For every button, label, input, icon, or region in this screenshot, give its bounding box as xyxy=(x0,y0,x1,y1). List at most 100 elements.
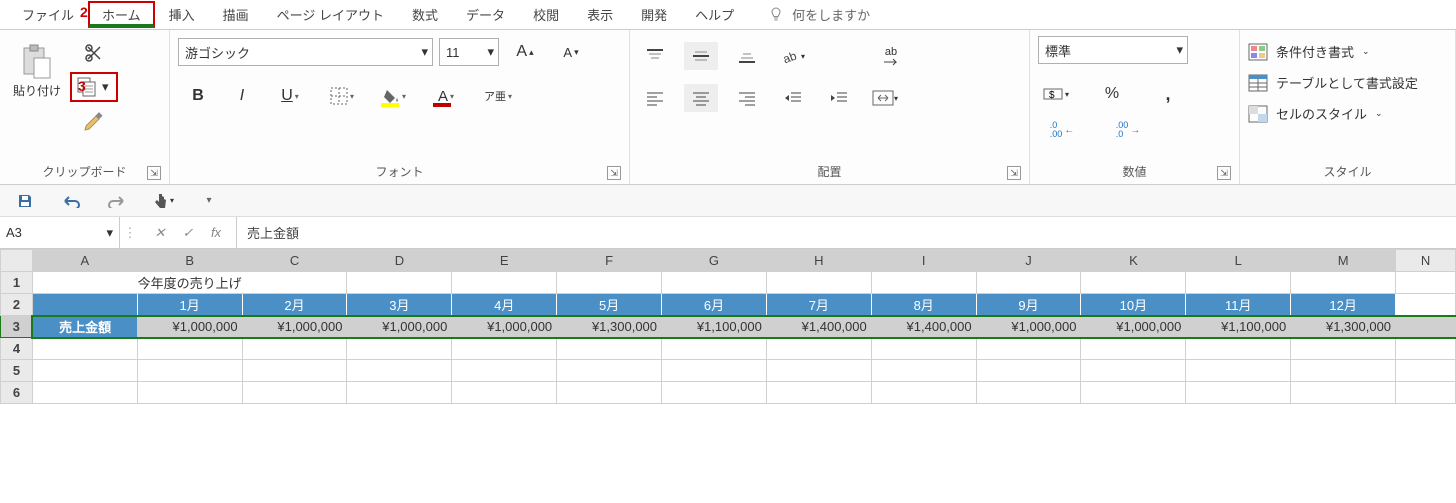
align-center-button[interactable] xyxy=(684,84,718,112)
format-as-table-button[interactable]: テーブルとして書式設定 xyxy=(1248,73,1418,92)
increase-indent-button[interactable] xyxy=(822,84,856,112)
merge-button[interactable]: ▾ xyxy=(868,84,902,112)
table-icon xyxy=(1248,74,1268,92)
decrease-font-button[interactable]: A▾ xyxy=(551,36,591,68)
chevron-down-icon: ▾ xyxy=(102,79,112,95)
cell-styles-button[interactable]: セルのスタイル⌄ xyxy=(1248,104,1383,123)
formula-bar: A3▾ ⋮ ✕ ✓ fx 売上金額 xyxy=(0,217,1456,249)
fill-color-button[interactable]: ▾ xyxy=(370,80,418,112)
paste-button[interactable]: 貼り付け xyxy=(8,36,66,99)
align-bottom-button[interactable] xyxy=(730,42,764,70)
font-name-select[interactable]: 游ゴシック▾ xyxy=(178,38,433,66)
dialog-launcher-icon[interactable]: ⇲ xyxy=(1007,166,1021,180)
cut-button[interactable] xyxy=(80,40,108,66)
paste-label: 貼り付け xyxy=(13,82,61,99)
menu-home[interactable]: ホーム xyxy=(88,1,155,28)
format-painter-button[interactable] xyxy=(80,108,108,134)
align-top-button[interactable] xyxy=(638,42,672,70)
touch-mode-button[interactable]: ▾ xyxy=(152,190,174,212)
group-clipboard: 貼り付け ▾ クリップボード ⇲ xyxy=(0,30,170,184)
row-3-selected[interactable]: 3 売上金額 ¥1,000,000 ¥1,000,000 ¥1,000,000 … xyxy=(1,316,1456,338)
increase-font-button[interactable]: A▴ xyxy=(505,36,545,68)
comma-button[interactable]: , xyxy=(1150,80,1186,108)
title-cell[interactable]: 今年度の売り上げ xyxy=(32,272,347,294)
redo-icon xyxy=(108,194,126,208)
save-button[interactable] xyxy=(14,190,36,212)
chevron-down-icon: ▾ xyxy=(487,44,494,60)
chevron-down-icon: ▾ xyxy=(421,44,428,60)
enter-formula-button[interactable]: ✓ xyxy=(178,225,198,241)
qat-customize-button[interactable]: ▾ xyxy=(198,190,220,212)
scissors-icon xyxy=(84,43,104,63)
tell-me-label: 何をしますか xyxy=(792,5,870,24)
row-6[interactable]: 6 xyxy=(1,382,1456,404)
group-alignment: ab▾ ab ▾ 配置 ⇲ xyxy=(630,30,1030,184)
underline-button[interactable]: U▾ xyxy=(266,80,314,112)
fx-button[interactable]: fx xyxy=(206,225,226,240)
bold-button[interactable]: B xyxy=(178,80,218,112)
increase-decimal-button[interactable]: .0.00← xyxy=(1044,116,1080,144)
wrap-text-button[interactable]: ab xyxy=(874,42,908,70)
row-5[interactable]: 5 xyxy=(1,360,1456,382)
font-color-button[interactable]: A▾ xyxy=(422,80,470,112)
align-left-button[interactable] xyxy=(638,84,672,112)
italic-button[interactable]: I xyxy=(222,80,262,112)
group-label-align: 配置 ⇲ xyxy=(638,161,1021,182)
group-styles: 条件付き書式⌄ テーブルとして書式設定 セルのスタイル⌄ スタイル xyxy=(1240,30,1456,184)
border-button[interactable]: ▾ xyxy=(318,80,366,112)
tell-me[interactable]: 何をしますか xyxy=(768,5,870,24)
group-number: 標準▾ $▾ % , .0.00← .00.0→ 数値 ⇲ xyxy=(1030,30,1240,184)
align-right-button[interactable] xyxy=(730,84,764,112)
group-label-font: フォント ⇲ xyxy=(178,161,621,182)
quick-access-toolbar: ▾ ▾ xyxy=(0,185,1456,217)
menu-review[interactable]: 校閲 xyxy=(519,1,573,28)
menu-draw[interactable]: 描画 xyxy=(209,1,263,28)
expand-icon[interactable]: ⋮ xyxy=(120,225,140,241)
menu-developer[interactable]: 開発 xyxy=(627,1,681,28)
menu-help[interactable]: ヘルプ xyxy=(681,1,748,28)
cancel-formula-button[interactable]: ✕ xyxy=(150,225,170,241)
border-icon xyxy=(330,87,348,105)
row-2[interactable]: 2 1月 2月 3月 4月 5月 6月 7月 8月 9月 10月 11月 12月 xyxy=(1,294,1456,316)
row-1[interactable]: 1 今年度の売り上げ xyxy=(1,272,1456,294)
chevron-down-icon: ▾ xyxy=(106,225,113,241)
font-size-select[interactable]: 11▾ xyxy=(439,38,499,66)
menu-formulas[interactable]: 数式 xyxy=(398,1,452,28)
formula-input[interactable]: 売上金額 xyxy=(237,223,1456,242)
percent-button[interactable]: % xyxy=(1094,80,1130,108)
decrease-decimal-button[interactable]: .00.0→ xyxy=(1110,116,1146,144)
dialog-launcher-icon[interactable]: ⇲ xyxy=(1217,166,1231,180)
menu-data[interactable]: データ xyxy=(452,1,519,28)
menu-pagelayout[interactable]: ページ レイアウト xyxy=(263,1,398,28)
number-format-select[interactable]: 標準▾ xyxy=(1038,36,1188,64)
group-label-styles: スタイル xyxy=(1248,161,1447,182)
chevron-down-icon: ▾ xyxy=(1176,42,1183,58)
accounting-format-button[interactable]: $▾ xyxy=(1038,80,1074,108)
row-4[interactable]: 4 xyxy=(1,338,1456,360)
orientation-button[interactable]: ab▾ xyxy=(776,42,810,70)
group-font: 游ゴシック▾ 11▾ A▴ A▾ B I U▾ ▾ ▾ xyxy=(170,30,630,184)
undo-button[interactable] xyxy=(60,190,82,212)
select-all-corner[interactable] xyxy=(1,250,33,272)
dialog-launcher-icon[interactable]: ⇲ xyxy=(607,166,621,180)
align-middle-button[interactable] xyxy=(684,42,718,70)
redo-button[interactable] xyxy=(106,190,128,212)
name-box[interactable]: A3▾ xyxy=(0,217,120,248)
paste-icon xyxy=(20,44,54,80)
row-label[interactable]: 売上金額 xyxy=(32,316,137,338)
conditional-format-button[interactable]: 条件付き書式⌄ xyxy=(1248,42,1370,61)
menu-view[interactable]: 表示 xyxy=(573,1,627,28)
worksheet[interactable]: A B C D E F G H I J K L M N 1 今年度の売り上げ 2… xyxy=(0,249,1456,404)
callout-2: 2 xyxy=(80,4,88,20)
save-icon xyxy=(17,193,33,209)
lightbulb-icon xyxy=(768,7,784,23)
dialog-launcher-icon[interactable]: ⇲ xyxy=(147,166,161,180)
svg-text:$: $ xyxy=(1049,90,1055,101)
ruby-button[interactable]: ア亜▾ xyxy=(474,80,522,112)
decrease-indent-button[interactable] xyxy=(776,84,810,112)
column-headers[interactable]: A B C D E F G H I J K L M N xyxy=(1,250,1456,272)
svg-text:ab: ab xyxy=(781,48,799,65)
menu-file[interactable]: ファイル xyxy=(8,1,88,28)
menu-insert[interactable]: 挿入 xyxy=(155,1,209,28)
brush-icon xyxy=(83,110,105,132)
